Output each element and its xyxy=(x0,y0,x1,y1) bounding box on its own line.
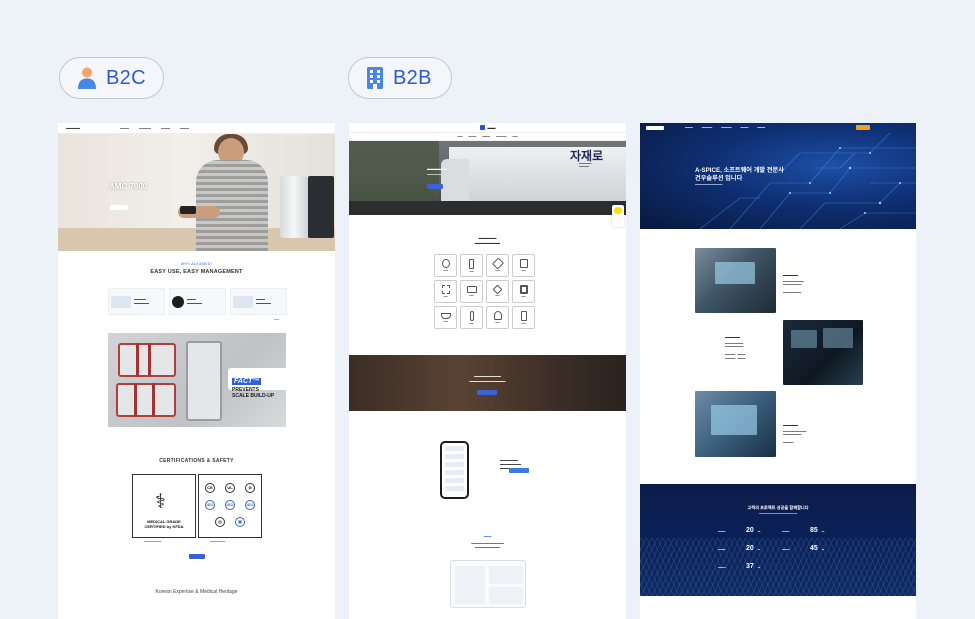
ul-mark-icon: UL xyxy=(225,483,235,493)
automotive-dashboard-image xyxy=(695,248,776,313)
order-form-screenshot xyxy=(450,560,526,608)
category-tile: ▬▬ xyxy=(434,280,457,303)
site-navbar: ▬▬▬ ▬▬▬▬ ▬▬▬▬ ▬▬▬ ▬▬▬ xyxy=(640,123,916,132)
category-tile: ▬▬ xyxy=(512,254,535,277)
category-tile: ▬▬ xyxy=(460,254,483,277)
fact-title: FACT™ xyxy=(232,378,262,385)
hero-banner: 자재로 ▬▬▬▬▬ ▬▬▬▬ ▬▬▬▬▬ ▬▬▬▬▬▬▬▬ xyxy=(349,141,626,215)
nav-item: ▬▬▬ xyxy=(180,126,189,130)
brand-tagline: ▬▬▬▬▬ ▬▬▬▬ xyxy=(579,162,592,169)
category-tile: ▬▬ xyxy=(434,306,457,329)
contact-button xyxy=(856,125,870,130)
category-tile: ▬▬ xyxy=(460,280,483,303)
category-tile: ▬▬ xyxy=(512,280,535,303)
caduceus-icon: ⚕ xyxy=(155,491,166,513)
site-header: ▬▬ xyxy=(349,123,626,133)
b2b-label: B2B xyxy=(393,66,432,89)
developer-monitors-image xyxy=(783,320,863,385)
building-icon xyxy=(367,67,383,89)
site-navbar: ▬▬▬▬ ▬▬▬ ▬▬▬▬ ▬▬▬ ▬▬▬ xyxy=(58,123,335,134)
nav-item: ▬▬▬▬ xyxy=(139,126,151,130)
service-description: ▬▬▬▬▬ ▬▬▬▬▬▬▬▬ ▬▬▬▬▬▬▬ ▬▬▬▬▬▬▬ xyxy=(783,273,804,295)
nav-item: ▬▬▬ xyxy=(161,126,170,130)
stats-subtitle: ▬▬▬▬▬▬▬▬▬▬▬▬▬▬▬▬ xyxy=(758,512,798,515)
fact-line-2: SCALE BUILD-UP xyxy=(232,392,275,399)
category-tile: ▬▬ xyxy=(512,306,535,329)
kakao-chat-widget xyxy=(612,205,624,227)
app-download-button xyxy=(509,468,529,473)
certification-mark-icon: ▣ xyxy=(235,517,245,527)
category-heading: ▬▬▬▬▬ ▬▬▬▬▬▬▬ xyxy=(474,236,501,246)
iso-mark-icon: ISO xyxy=(245,500,255,510)
stat-item: ▬▬▬ 85 ▬ xyxy=(782,527,825,534)
site-menu: ▬▬ ▬▬▬ ▬▬▬ ▬▬▬▬ ▬▬ xyxy=(349,133,626,141)
section-subtitle: WHY ALKAMEDI xyxy=(180,262,213,266)
nav-item: ▬▬▬ xyxy=(120,126,129,130)
site-logo-text: ▬▬ xyxy=(487,125,496,130)
certifications-title: CERTIFICATIONS & SAFETY xyxy=(159,458,234,464)
stat-item: ▬▬▬ 20 ▬ xyxy=(718,545,761,552)
phone-image xyxy=(180,206,196,214)
b2c-category-pill[interactable]: B2C xyxy=(59,57,164,99)
site-logo xyxy=(646,125,664,130)
b2b-software-website-preview[interactable]: ▬▬▬ ▬▬▬▬ ▬▬▬▬ ▬▬▬ ▬▬▬ A-SPICE, 소프트웨어 개발 전문사 … xyxy=(640,123,916,619)
ce-mark-icon: CE xyxy=(205,483,215,493)
service-description: ▬▬▬▬▬ ▬▬▬▬▬▬▬▬▬ ▬▬▬▬▬▬▬ ▬▬▬▬ xyxy=(783,423,807,445)
site-logo-icon xyxy=(479,125,485,130)
learn-more-button xyxy=(189,554,205,559)
stat-item: ▬▬▬ 37 ▬ xyxy=(718,563,761,570)
person-icon xyxy=(78,67,96,89)
stats-title: 고객의 프로젝트 성공을 함께합니다 xyxy=(747,505,809,510)
section-headline: EASY USE, EASY MANAGEMENT xyxy=(150,269,243,275)
hero-subtitle: ▬▬▬▬▬▬▬▬ xyxy=(427,173,447,176)
feature-cards: ▬▬▬▬ ▬▬▬▬▬ ▬▬▬ ▬▬▬▬▬ ▬▬▬ ▬▬▬▬▬ xyxy=(108,288,287,315)
site-logo: ▬▬▬▬ xyxy=(66,126,80,130)
banner-text: ▬▬▬▬▬▬▬▬▬ ▬▬▬▬▬▬▬▬▬▬▬▬ xyxy=(469,374,506,383)
category-tile: ▬▬ xyxy=(486,280,509,303)
service-description: ▬▬▬▬▬ ▬▬▬▬▬▬▬ ▬▬▬▬▬▬▬ ▬▬▬▬ ▬▬▬ ▬▬▬▬ ▬▬▬ xyxy=(725,335,746,361)
fact-technology-banner: FACT™ PREVENTS SCALE BUILD-UP xyxy=(108,333,286,427)
feature-card: ▬▬▬ ▬▬▬▬▬ xyxy=(230,288,287,315)
iso-mark-icon: ISO xyxy=(225,500,235,510)
hero-title: ▬▬▬▬▬ xyxy=(427,166,447,171)
section-description: ▬▬▬▬▬▬▬▬▬▬▬▬▬ ▬▬▬▬▬▬▬▬▬▬ xyxy=(471,542,504,549)
category-tile: ▬▬ xyxy=(486,306,509,329)
section-label: ▬▬▬ xyxy=(483,535,492,538)
certification-mark-icon: ⊘ xyxy=(245,483,255,493)
water-ionizer-image xyxy=(280,176,308,238)
hero-button xyxy=(110,205,128,210)
iso-mark-icon: ISO xyxy=(205,500,215,510)
hero-button xyxy=(427,184,443,189)
stat-item: ▬▬▬ 45 ▬ xyxy=(782,545,825,552)
hero-title: AMC 7000 xyxy=(109,182,148,191)
certificate-caption: ▬▬▬▬▬▬▬ xyxy=(144,540,162,543)
category-tile: ▬▬ xyxy=(460,306,483,329)
b2c-website-preview[interactable]: ▬▬▬▬ ▬▬▬ ▬▬▬▬ ▬▬▬ ▬▬▬ AMC 7000 WHY ALKAM… xyxy=(58,123,335,619)
more-link: ▬▬ xyxy=(274,318,279,321)
stat-item: ▬▬▬ 20 ▬ xyxy=(718,527,761,534)
hero-banner: ▬▬▬ ▬▬▬▬ ▬▬▬▬ ▬▬▬ ▬▬▬ A-SPICE, 소프트웨어 개발 전문사 … xyxy=(640,123,916,229)
banner-button xyxy=(477,390,497,395)
heritage-tagline: Korean Expertise & Medical Heritage xyxy=(155,589,238,595)
kakao-icon xyxy=(614,207,622,214)
category-grid: ▬▬ ▬▬ ▬▬ ▬▬ ▬▬ ▬▬ ▬▬ ▬▬ ▬▬ ▬▬ ▬▬ ▬▬ xyxy=(434,254,535,329)
certification-mark-icon: ◎ xyxy=(215,517,225,527)
b2b-category-pill[interactable]: B2B xyxy=(348,57,452,99)
construction-banner: ▬▬▬▬▬▬▬▬▬ ▬▬▬▬▬▬▬▬▬▬▬▬ xyxy=(349,355,626,411)
b2b-materials-website-preview[interactable]: ▬▬ ▬▬ ▬▬▬ ▬▬▬ ▬▬▬▬ ▬▬ 자재로 ▬▬▬▬▬ ▬▬▬▬ ▬▬▬▬▬ ▬▬… xyxy=(349,123,626,619)
category-tile: ▬▬ xyxy=(434,254,457,277)
certification-logos: CE UL ⊘ ISO ISO ISO ◎ ▣ xyxy=(198,474,262,538)
b2c-label: B2C xyxy=(106,66,146,89)
data-visualization-image xyxy=(695,391,776,457)
feature-card: ▬▬▬▬ ▬▬▬▬▬ xyxy=(108,288,165,315)
category-tile: ▬▬ xyxy=(486,254,509,277)
stats-section: 고객의 프로젝트 성공을 함께합니다 ▬▬▬▬▬▬▬▬▬▬▬▬▬▬▬▬ ▬▬▬ 2… xyxy=(640,484,916,596)
hero-subtitle: ▬▬▬▬▬▬▬▬▬▬▬ xyxy=(695,183,723,186)
medical-grade-certificate: ⚕ MEDICAL GRADE CERTIFIED by KFDA xyxy=(132,474,196,538)
kfda-label: CERTIFIED by KFDA xyxy=(144,523,184,529)
feature-card: ▬▬▬ ▬▬▬▬▬ xyxy=(169,288,226,315)
hero-banner: AMC 7000 xyxy=(58,134,335,251)
certificate-caption: ▬▬▬▬▬▬ xyxy=(210,540,225,543)
mobile-app-mockup xyxy=(440,441,469,499)
